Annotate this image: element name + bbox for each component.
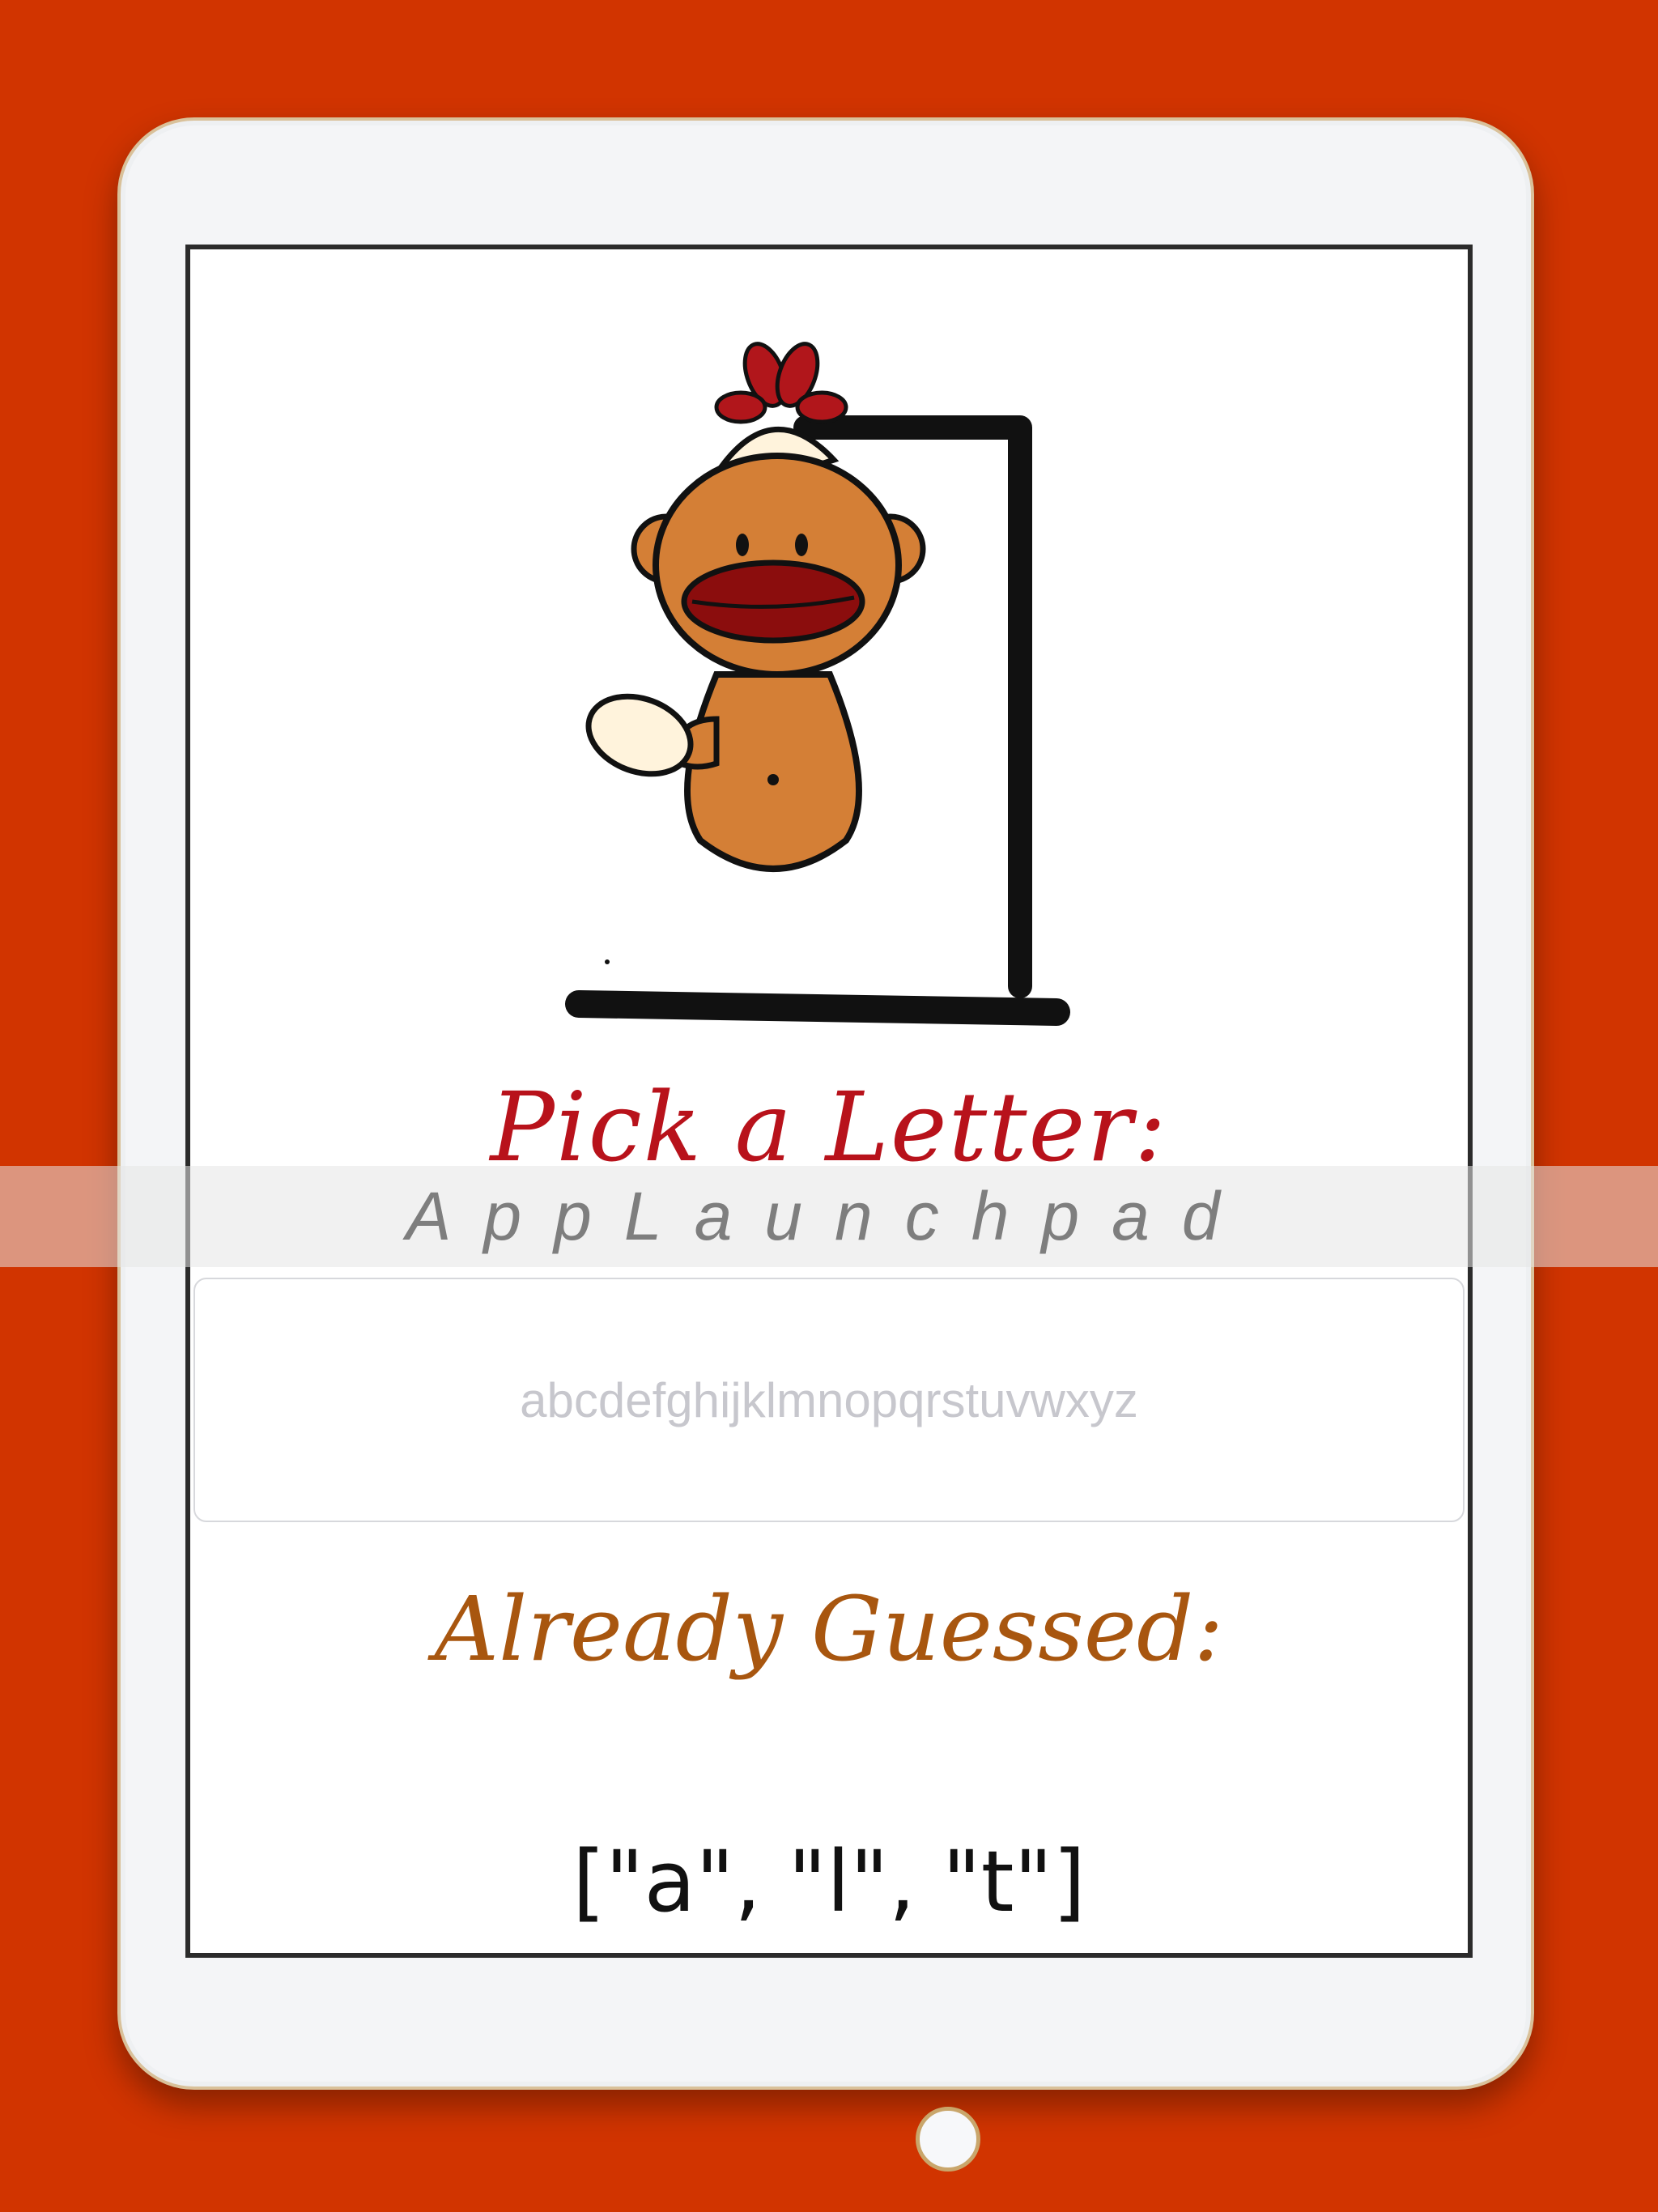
already-guessed-heading: Already Guessed: (434, 1577, 1224, 1681)
letter-input-field[interactable] (193, 1278, 1465, 1522)
guessed-letters-list: ["a", "l", "t"] (572, 1832, 1086, 1931)
app-screen: Pick a Letter: Already Guessed: ["a", "l… (185, 245, 1473, 1958)
watermark-banner: AppLaunchpad (0, 1166, 1658, 1267)
sock-monkey-hangman-icon (565, 342, 1070, 1026)
watermark-text: AppLaunchpad (406, 1178, 1252, 1254)
letter-input[interactable] (195, 1371, 1463, 1429)
home-button[interactable] (916, 2107, 980, 2172)
